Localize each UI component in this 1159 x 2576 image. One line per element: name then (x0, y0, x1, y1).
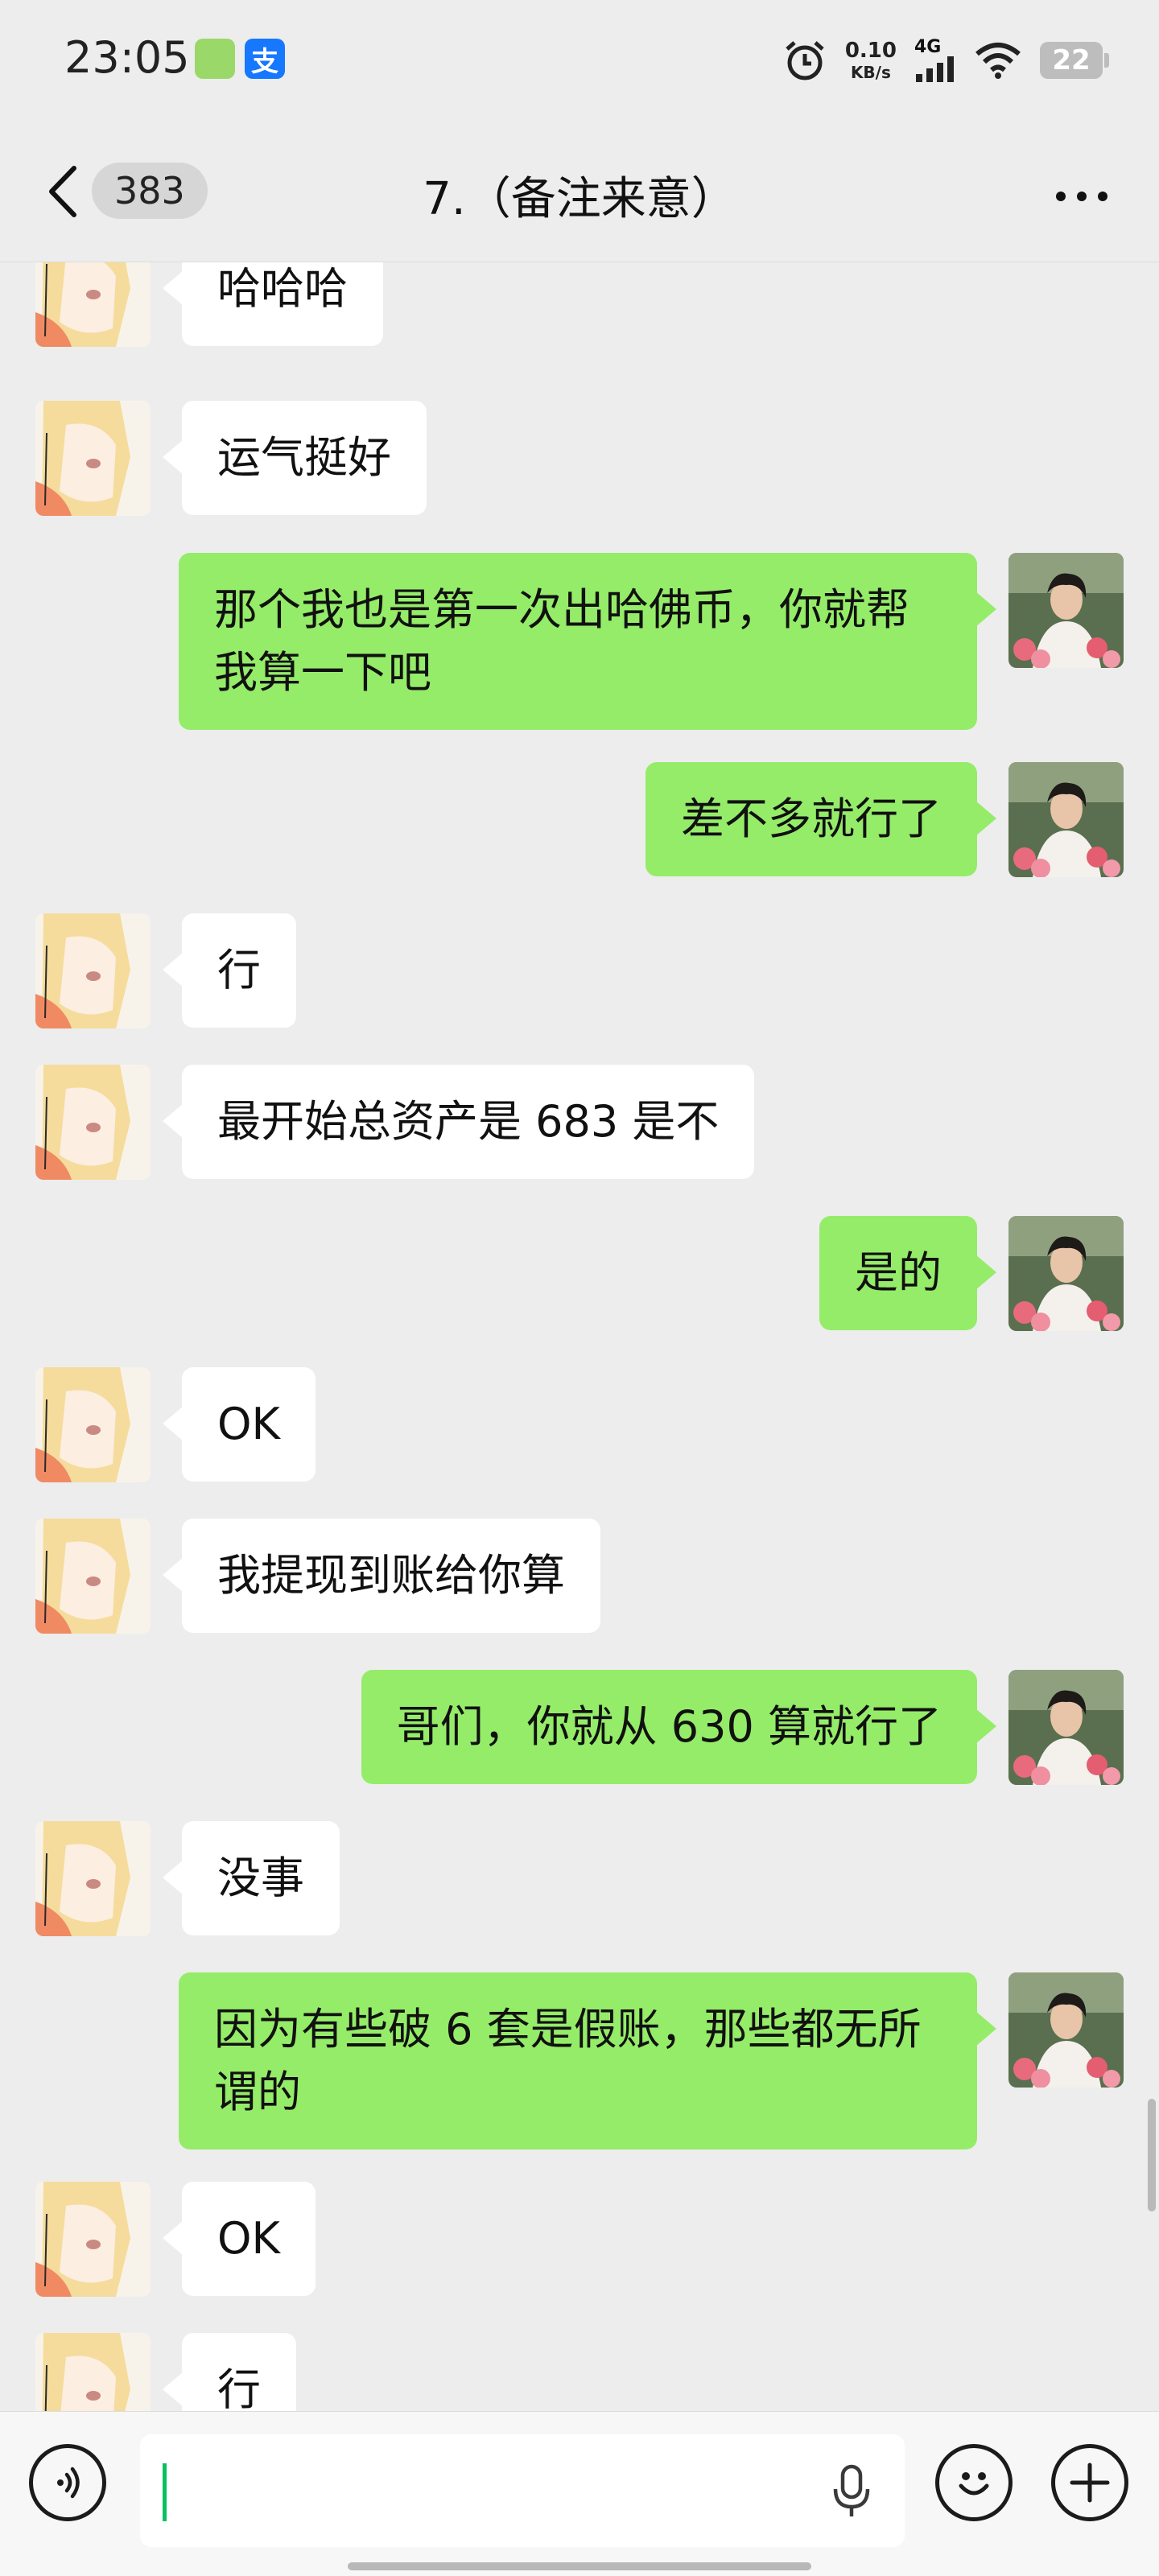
anime-girl-avatar-image (35, 401, 151, 516)
message-bubble[interactable]: 没事 (163, 1821, 340, 1935)
chat-title: 7.（备注来意） (423, 173, 736, 225)
microphone-icon (833, 2464, 870, 2516)
message-bubble[interactable]: OK (163, 1367, 316, 1482)
anime-girl-avatar-image (35, 1821, 151, 1936)
message-bubble[interactable]: 因为有些破 6 套是假账，那些都无所谓的 (179, 1972, 996, 2149)
message-bubble[interactable]: 哈哈哈 (163, 262, 383, 346)
contact-avatar[interactable] (35, 1065, 151, 1180)
status-time: 23:05 (64, 32, 190, 83)
message-bubble[interactable]: 我提现到账给你算 (163, 1519, 600, 1633)
message-bubble[interactable]: 行 (163, 2333, 296, 2411)
more-functions-button[interactable] (1051, 2444, 1128, 2521)
voice-wave-icon (57, 2467, 80, 2499)
anime-girl-avatar-image (35, 1519, 151, 1634)
man-with-flowers-avatar-image (1008, 1972, 1124, 2088)
message-bubble[interactable]: 那个我也是第一次出哈佛币，你就帮我算一下吧 (179, 553, 996, 730)
my-avatar[interactable] (1008, 762, 1124, 877)
anime-girl-avatar-image (35, 1065, 151, 1180)
contact-avatar[interactable] (35, 1519, 151, 1634)
my-avatar[interactable] (1008, 1216, 1124, 1331)
message-bubble[interactable]: 哥们，你就从 630 算就行了 (361, 1670, 997, 1784)
scrollbar-thumb[interactable] (1148, 2099, 1156, 2211)
more-dot (1098, 192, 1107, 201)
message-list[interactable]: 哈哈哈 运气挺好 那个我也是第一次出哈佛币，你就帮我算一下吧 差不多就行了 行 … (0, 262, 1159, 2411)
contact-avatar[interactable] (35, 2333, 151, 2411)
network-speed: 0.10 KB/s (844, 39, 897, 82)
input-bar (0, 2411, 1159, 2576)
contact-avatar[interactable] (35, 913, 151, 1028)
message-bubble[interactable]: OK (163, 2182, 316, 2296)
status-bar: 23:05 支 0.10 KB/s 4G 22 (0, 0, 1159, 121)
more-options-button[interactable] (1056, 192, 1107, 201)
man-with-flowers-avatar-image (1008, 1670, 1124, 1785)
message-bubble[interactable]: 行 (163, 913, 296, 1028)
alipay-icon: 支 (245, 39, 285, 79)
battery-indicator: 22 (1040, 42, 1109, 79)
message-bubble[interactable]: 运气挺好 (163, 401, 427, 515)
my-avatar[interactable] (1008, 1972, 1124, 2088)
anime-girl-avatar-image (35, 1367, 151, 1482)
voice-mode-button[interactable] (29, 2444, 106, 2521)
home-indicator[interactable] (348, 2562, 811, 2570)
chat-header: 383 7.（备注来意） (0, 121, 1159, 262)
contact-avatar[interactable] (35, 262, 151, 347)
anime-girl-avatar-image (35, 2333, 151, 2411)
my-avatar[interactable] (1008, 1670, 1124, 1785)
contact-avatar[interactable] (35, 1821, 151, 1936)
message-bubble[interactable]: 差不多就行了 (645, 762, 996, 876)
message-bubble[interactable]: 最开始总资产是 683 是不 (162, 1065, 755, 1179)
wifi-icon (975, 43, 1021, 79)
smiley-face-icon (959, 2472, 989, 2496)
more-dot (1077, 192, 1087, 201)
plus-icon (1070, 2463, 1110, 2503)
message-bubble[interactable]: 是的 (819, 1216, 996, 1330)
contact-avatar[interactable] (35, 401, 151, 516)
contact-avatar[interactable] (35, 1367, 151, 1482)
more-dot (1056, 192, 1066, 201)
man-with-flowers-avatar-image (1008, 1216, 1124, 1331)
emoji-button[interactable] (935, 2444, 1013, 2521)
alarm-icon (786, 41, 824, 80)
message-input[interactable] (140, 2434, 905, 2547)
contact-avatar[interactable] (35, 2182, 151, 2297)
wifi-share-app-icon (195, 39, 235, 79)
voice-input-button[interactable] (829, 2463, 874, 2523)
anime-girl-avatar-image (35, 2182, 151, 2297)
anime-girl-avatar-image (35, 913, 151, 1028)
text-caret (163, 2463, 167, 2521)
man-with-flowers-avatar-image (1008, 762, 1124, 877)
man-with-flowers-avatar-image (1008, 553, 1124, 668)
anime-girl-avatar-image (35, 262, 151, 347)
cellular-signal-icon: 4G (914, 39, 956, 82)
my-avatar[interactable] (1008, 553, 1124, 668)
